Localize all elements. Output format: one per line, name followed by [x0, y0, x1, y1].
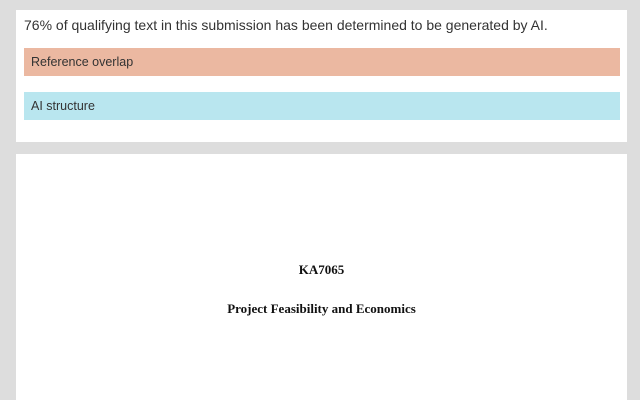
document-title: Project Feasibility and Economics	[227, 301, 416, 316]
document-course-code: KA7065	[298, 262, 345, 277]
category-label: Reference overlap	[31, 55, 134, 69]
category-label: AI structure	[31, 99, 95, 113]
category-reference-overlap[interactable]: Reference overlap	[24, 48, 620, 76]
ai-score-text: 76% of qualifying text in this submissio…	[24, 17, 548, 33]
document-page: KA7065 Project Feasibility and Economics	[16, 154, 627, 400]
category-ai-structure[interactable]: AI structure	[24, 92, 620, 120]
ai-summary-panel: 76% of qualifying text in this submissio…	[16, 10, 627, 142]
